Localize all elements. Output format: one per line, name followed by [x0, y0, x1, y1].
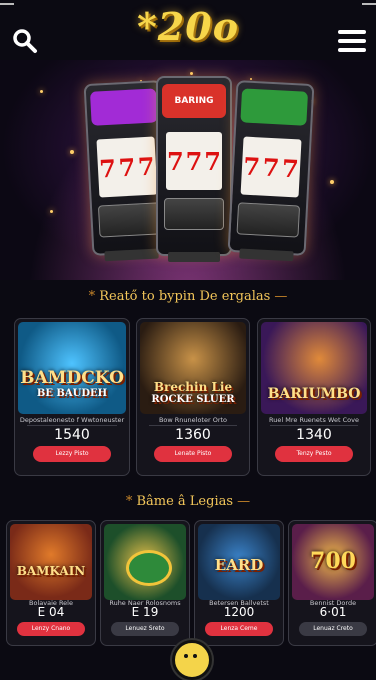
machine-top-panel: [89, 88, 158, 126]
play-button[interactable]: Lenza Ceme: [205, 622, 273, 636]
game-card[interactable]: BAMKAIN Bolavaie Rele E 04 Lenzy Cnano: [6, 520, 96, 646]
play-button[interactable]: Tenzy Pesto: [275, 446, 353, 462]
game-card-value: E 19: [131, 605, 159, 619]
hamburger-menu-icon[interactable]: [338, 30, 368, 52]
game-card-art: Brechin Lie ROCKE SLUER: [140, 322, 246, 414]
game-card[interactable]: 700 Bennist Dorde 6·01 Lenuaz Creto: [288, 520, 376, 646]
play-button[interactable]: Lenuaz Creto: [299, 622, 367, 636]
play-button[interactable]: Lenzy Cnano: [17, 622, 85, 636]
slot-machine-center: BARING 777: [156, 76, 232, 262]
slot-machine-right: 777: [227, 80, 315, 262]
search-icon[interactable]: [12, 28, 38, 54]
game-card-value: 1200: [223, 605, 255, 619]
game-card-value: 1360: [175, 427, 211, 443]
machine-reel: 777: [166, 132, 222, 190]
game-card-art: [104, 524, 186, 600]
game-card-art: EARD: [198, 524, 280, 600]
play-button[interactable]: Lezzy Pisto: [33, 446, 111, 462]
game-card-subtitle: Ruel Mre Ruenets Wet Cove: [269, 416, 359, 424]
machine-reel: 777: [96, 136, 158, 198]
game-card-art: BAMKAIN: [10, 524, 92, 600]
game-card[interactable]: BAMDCKO BE BAUDEH Depostaleonesto f Wwto…: [14, 318, 130, 476]
game-card-art: BARIUMBO: [261, 322, 367, 414]
play-button[interactable]: Lenate Pisto: [154, 446, 232, 462]
machine-top-panel: BARING: [162, 84, 226, 118]
game-card-value: 1340: [296, 427, 332, 443]
machine-top-panel: [240, 88, 309, 126]
game-card-art: 700: [292, 524, 374, 600]
game-card[interactable]: EARD Betersen Ballvetst 1200 Lenza Ceme: [194, 520, 284, 646]
game-card[interactable]: Ruhe Naer Rolosnoms E 19 Lenuez Sreto: [100, 520, 190, 646]
game-card-subtitle: Depostaleonesto f Wwtoneuster: [19, 416, 125, 424]
game-card-value: 6·01: [319, 605, 347, 619]
machine-reel: 777: [240, 136, 302, 198]
chat-bubble-icon[interactable]: [172, 640, 212, 680]
site-logo[interactable]: *20o: [0, 4, 376, 49]
game-card-subtitle: Bow Rnuneloter Orto: [158, 416, 228, 424]
game-card-value: 1540: [54, 427, 90, 443]
game-card[interactable]: Brechin Lie ROCKE SLUER Bow Rnuneloter O…: [136, 318, 250, 476]
game-card-value: E 04: [37, 605, 65, 619]
hero-banner[interactable]: 777 BARING 777 777: [0, 60, 376, 280]
section-title-games: * Bâme â Legias —: [125, 494, 251, 509]
section-title-featured: * Reatő to bypin De ergalas —: [88, 289, 288, 304]
game-card-art: BAMDCKO BE BAUDEH: [18, 322, 126, 414]
game-card[interactable]: BARIUMBO Ruel Mre Ruenets Wet Cove 1340 …: [257, 318, 371, 476]
play-button[interactable]: Lenuez Sreto: [111, 622, 179, 636]
